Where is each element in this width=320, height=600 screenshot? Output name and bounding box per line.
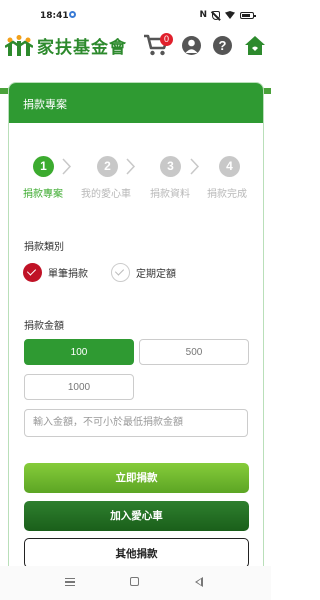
radio-unchecked-icon <box>111 263 130 282</box>
amount-option-500[interactable]: 500 <box>139 339 249 365</box>
step-2-number: 2 <box>97 156 118 177</box>
step-3-label: 捐款資料 <box>150 189 190 200</box>
progress-steps: 1 捐款專案 2 我的愛心車 3 捐款資料 4 捐款完成 <box>9 156 265 206</box>
step-2-label: 我的愛心車 <box>81 189 131 200</box>
step-4-number: 4 <box>219 156 240 177</box>
cart-count-badge: 0 <box>160 33 173 46</box>
custom-amount-input[interactable]: 輸入金額，不可小於最低捐款金額 <box>24 409 248 437</box>
chevron-right-icon <box>62 158 72 175</box>
step-1-number: 1 <box>33 156 54 177</box>
system-nav-bar <box>0 566 271 600</box>
mute-icon <box>212 10 220 20</box>
settings-gear-icon <box>69 11 76 18</box>
add-to-cart-button[interactable]: 加入愛心車 <box>24 501 249 531</box>
app-header: 家扶基金會 0 ? <box>0 30 271 94</box>
battery-icon <box>240 11 256 19</box>
radio-checked-icon <box>23 263 42 282</box>
other-donation-button[interactable]: 其他捐款 <box>24 538 249 568</box>
radio-label: 單筆捐款 <box>48 269 88 280</box>
back-icon[interactable] <box>195 577 203 587</box>
wifi-icon <box>225 11 235 19</box>
radio-recurring-donation[interactable]: 定期定額 <box>111 263 176 282</box>
chevron-right-icon <box>190 158 200 175</box>
donation-card: 捐款專案 1 捐款專案 2 我的愛心車 3 捐款資料 4 捐款完成 捐款類別 單… <box>8 82 264 600</box>
donation-type-title: 捐款類別 <box>24 242 64 253</box>
donation-type-options: 單筆捐款 定期定額 <box>23 263 253 287</box>
user-icon[interactable] <box>182 36 201 55</box>
nfc-icon: N <box>199 10 207 20</box>
step-3-number: 3 <box>160 156 181 177</box>
home-icon[interactable] <box>244 35 266 56</box>
step-4-label: 捐款完成 <box>207 189 247 200</box>
status-bar: 18:41 N <box>0 0 271 30</box>
home-square-icon[interactable] <box>130 577 139 586</box>
recent-apps-icon[interactable] <box>65 578 75 586</box>
donate-now-button[interactable]: 立即捐款 <box>24 463 249 493</box>
status-icons: N <box>199 10 256 20</box>
radio-single-donation[interactable]: 單筆捐款 <box>23 263 88 282</box>
amount-option-100[interactable]: 100 <box>24 339 134 365</box>
step-1-label: 捐款專案 <box>23 189 63 200</box>
card-title: 捐款專案 <box>9 83 263 123</box>
radio-label: 定期定額 <box>136 269 176 280</box>
brand-name: 家扶基金會 <box>37 38 127 58</box>
help-icon[interactable]: ? <box>213 36 232 55</box>
amount-title: 捐款金額 <box>24 321 64 332</box>
amount-option-1000[interactable]: 1000 <box>24 374 134 400</box>
chevron-right-icon <box>126 158 136 175</box>
status-time: 18:41 <box>40 11 69 21</box>
brand-logo[interactable]: 家扶基金會 <box>5 33 127 58</box>
logo-icon <box>5 34 33 56</box>
